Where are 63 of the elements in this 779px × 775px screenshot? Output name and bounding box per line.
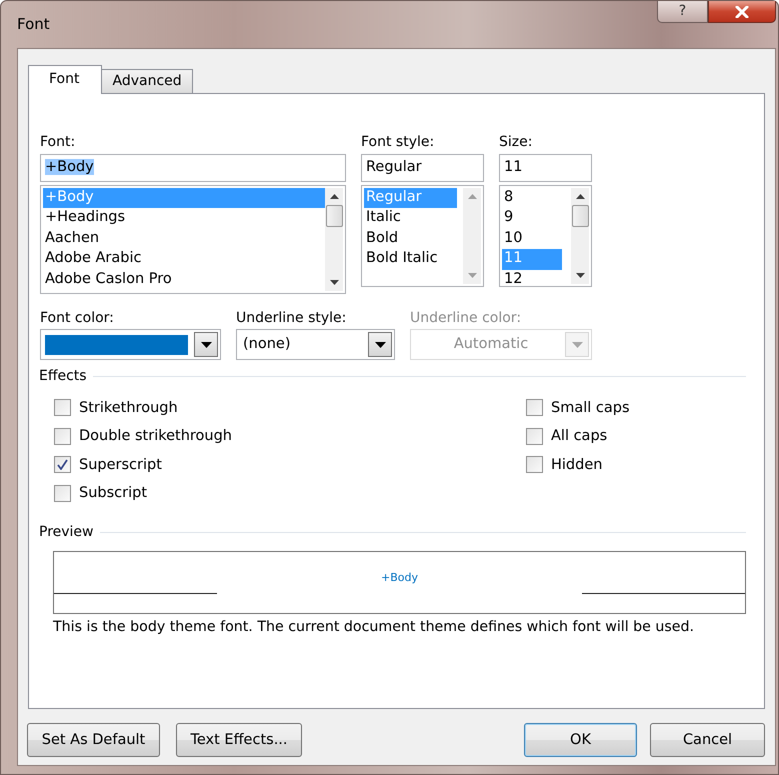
list-item[interactable]: Adobe Caslon Pro [43, 270, 325, 290]
group-title: Effects [39, 368, 87, 386]
close-button[interactable] [708, 1, 776, 23]
checkbox-label: Strikethrough [79, 398, 178, 417]
field-label: Underline color: [410, 310, 522, 327]
scroll-up-arrow-icon[interactable] [576, 194, 584, 198]
list-box[interactable]: 8 9 10 11 12 [499, 184, 592, 286]
checkbox-label: All caps [551, 427, 608, 446]
list-box[interactable]: +Body +Headings Aachen Adobe Arabic Adobe Caslon Pro [40, 184, 346, 294]
dropdown-arrow-icon [572, 342, 582, 348]
scrollbar[interactable] [325, 188, 343, 290]
dropdown[interactable]: (none) [236, 329, 395, 360]
field-label: Font color: [40, 310, 115, 327]
field-label: Font: [40, 134, 76, 152]
scrollbar[interactable] [571, 188, 589, 284]
field-label: Font style: [361, 134, 436, 152]
preview-description: This is the body theme font. The current document theme defines which font will be used. [53, 619, 696, 637]
checkbox-label: Superscript [79, 456, 162, 474]
scroll-up-arrow-icon[interactable] [330, 194, 338, 198]
preview-text: +Body [381, 570, 418, 584]
tab[interactable]: Advanced [101, 68, 193, 93]
field-label: Underline style: [236, 310, 348, 327]
dialog-button[interactable]: Set As Default [27, 723, 160, 757]
help-button[interactable]: ? [657, 1, 708, 23]
text-field[interactable]: 11 [499, 154, 592, 182]
scroll-thumb[interactable] [572, 204, 588, 226]
checkbox-label: Double strikethrough [79, 427, 232, 446]
checkbox-label: Small caps [551, 398, 630, 417]
list-item[interactable]: Adobe Arabic [43, 249, 325, 270]
checkbox[interactable] [526, 428, 543, 445]
list-item[interactable]: Bold Italic [364, 249, 457, 270]
field-label: Size: [499, 134, 534, 152]
list-item[interactable]: Bold [364, 228, 457, 249]
dropdown-arrow-icon [374, 342, 386, 348]
checkbox[interactable] [54, 484, 71, 502]
scroll-down-arrow-icon[interactable] [330, 280, 338, 284]
tab[interactable]: Font [28, 64, 102, 94]
dropdown-arrow-icon [200, 342, 212, 348]
dropdown[interactable] [40, 329, 221, 360]
checkbox[interactable] [54, 428, 71, 445]
checkbox-label: Subscript [79, 484, 148, 502]
checkbox[interactable] [54, 456, 71, 474]
dialog-button[interactable]: OK [524, 723, 637, 757]
dialog-button[interactable]: Text Effects... [176, 723, 302, 757]
window-title: Font [17, 15, 50, 34]
checkbox[interactable] [54, 399, 71, 416]
dialog-button[interactable]: Cancel [650, 723, 765, 757]
list-item[interactable]: 9 [502, 208, 562, 228]
group-title: Preview [39, 524, 94, 541]
checkbox[interactable] [526, 399, 543, 416]
list-item[interactable]: +Headings [43, 208, 325, 228]
list-item[interactable]: Aachen [43, 228, 325, 249]
text-field[interactable]: Regular [361, 154, 484, 182]
close-icon [734, 6, 750, 18]
scroll-down-arrow-icon[interactable] [576, 272, 584, 278]
text-field[interactable]: +Body [40, 154, 346, 182]
checkbox-label: Hidden [551, 456, 602, 474]
list-item[interactable]: 10 [502, 228, 562, 249]
scroll-thumb[interactable] [326, 204, 342, 226]
checkbox[interactable] [526, 456, 543, 474]
list-item[interactable]: Italic [364, 208, 457, 228]
list-box[interactable]: Regular Italic Bold Bold Italic [361, 184, 484, 286]
list-item[interactable]: 8 [502, 188, 562, 208]
